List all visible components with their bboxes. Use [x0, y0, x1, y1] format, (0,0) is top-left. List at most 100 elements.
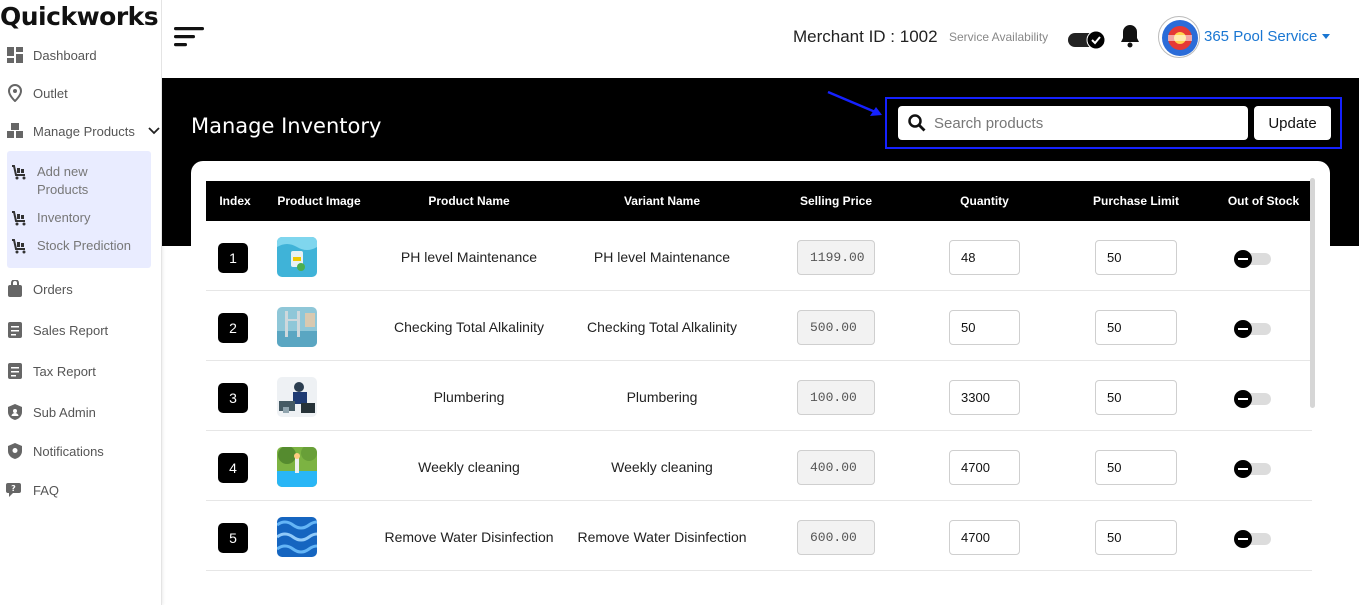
column-header-purchase-limit: Purchase Limit — [1092, 194, 1180, 208]
report-icon — [6, 362, 24, 380]
product-thumbnail[interactable] — [277, 307, 317, 347]
out-of-stock-toggle[interactable] — [1231, 319, 1283, 339]
purchase-limit-input[interactable] — [1095, 240, 1177, 275]
sidebar-item-label: Orders — [33, 281, 73, 297]
sidebar-item-dashboard[interactable]: Dashboard — [6, 44, 97, 66]
column-header-selling-price: Selling Price — [799, 194, 873, 208]
sidebar-item-label: Sales Report — [33, 322, 109, 338]
submenu-item-add-new-products[interactable]: Add new Products — [11, 163, 107, 199]
quantity-input[interactable] — [949, 310, 1020, 345]
product-thumbnail[interactable] — [277, 517, 317, 557]
purchase-limit-input[interactable] — [1095, 520, 1177, 555]
product-name: Remove Water Disinfection — [384, 529, 554, 545]
product-thumbnail[interactable] — [277, 377, 317, 417]
selling-price-field — [797, 380, 875, 415]
product-thumbnail[interactable] — [277, 237, 317, 277]
question-chat-icon: ? — [6, 481, 24, 499]
shopping-bag-icon — [6, 280, 24, 298]
top-bar: Merchant ID : 1002 Service Availability … — [162, 0, 1362, 78]
out-of-stock-toggle[interactable] — [1231, 459, 1283, 479]
app-root: Quickworks Dashboard Outlet Manage Produ… — [0, 0, 1362, 605]
sidebar-item-outlet[interactable]: Outlet — [6, 82, 68, 104]
sidebar: Quickworks Dashboard Outlet Manage Produ… — [0, 0, 162, 605]
quantity-input[interactable] — [949, 240, 1020, 275]
user-menu[interactable]: 365 Pool Service — [1204, 28, 1331, 45]
search-icon — [908, 114, 926, 132]
out-of-stock-toggle[interactable] — [1231, 389, 1283, 409]
variant-name: PH level Maintenance — [593, 249, 731, 265]
quantity-input[interactable] — [949, 450, 1020, 485]
purchase-limit-input[interactable] — [1095, 310, 1177, 345]
table-scrollbar[interactable] — [1310, 178, 1315, 408]
table-row: 2 Checking Total Alkalinity Checking Tot… — [206, 291, 1312, 361]
sidebar-item-label: Sub Admin — [33, 404, 96, 420]
shield-bell-icon — [6, 442, 24, 460]
out-of-stock-toggle[interactable] — [1231, 249, 1283, 269]
sidebar-item-faq[interactable]: ? FAQ — [6, 479, 59, 501]
sidebar-item-label: Tax Report — [33, 363, 96, 379]
row-index: 4 — [218, 453, 248, 483]
report-icon — [6, 321, 24, 339]
cart-icon — [11, 210, 28, 227]
purchase-limit-input[interactable] — [1095, 380, 1177, 415]
row-index: 2 — [218, 313, 248, 343]
update-button[interactable]: Update — [1254, 106, 1331, 140]
submenu-item-inventory[interactable]: Inventory — [11, 209, 90, 227]
service-availability-label: Service Availability — [949, 30, 1049, 44]
out-of-stock-toggle[interactable] — [1231, 529, 1283, 549]
sidebar-item-label: Dashboard — [33, 47, 97, 63]
manage-products-submenu: Add new Products Inventory Stock Predict… — [7, 151, 151, 268]
page-title: Manage Inventory — [191, 114, 382, 138]
search-input[interactable] — [934, 114, 1234, 132]
selling-price-field — [797, 450, 875, 485]
app-logo[interactable]: Quickworks — [0, 2, 159, 31]
merchant-id: Merchant ID : 1002 — [793, 27, 938, 46]
sidebar-item-sales-report[interactable]: Sales Report — [6, 319, 108, 341]
selling-price-field — [797, 310, 875, 345]
menu-toggle-icon[interactable] — [174, 24, 206, 50]
sidebar-item-label: Outlet — [33, 85, 68, 101]
selling-price-field — [797, 520, 875, 555]
bell-icon[interactable] — [1118, 23, 1142, 49]
caret-down-icon — [1322, 34, 1331, 39]
sidebar-item-manage-products[interactable]: Manage Products — [6, 120, 160, 142]
row-index: 5 — [218, 523, 248, 553]
table-row: 3 Plumbering Plumbering — [206, 361, 1312, 431]
annotation-arrow-icon — [824, 90, 890, 122]
submenu-item-stock-prediction[interactable]: Stock Prediction — [11, 237, 131, 255]
dashboard-icon — [6, 46, 24, 64]
inventory-card: Index Product Image Product Name Variant… — [191, 161, 1330, 605]
variant-name: Remove Water Disinfection — [577, 529, 747, 545]
column-header-product-image: Product Image — [277, 194, 361, 208]
product-thumbnail[interactable] — [277, 447, 317, 487]
product-name: PH level Maintenance — [400, 249, 538, 265]
column-header-variant-name: Variant Name — [623, 194, 701, 208]
sidebar-item-label: FAQ — [33, 482, 60, 498]
purchase-limit-input[interactable] — [1095, 450, 1177, 485]
quantity-input[interactable] — [949, 520, 1020, 555]
column-header-quantity: Quantity — [960, 194, 1009, 208]
search-field[interactable] — [898, 106, 1248, 140]
chevron-down-icon[interactable] — [148, 125, 160, 137]
cart-icon — [11, 164, 28, 181]
submenu-item-label: Inventory — [37, 210, 91, 225]
sidebar-item-label: Manage Products — [33, 123, 135, 139]
location-pin-icon — [6, 84, 24, 102]
service-availability-toggle[interactable] — [1068, 30, 1106, 50]
column-header-out-of-stock: Out of Stock — [1227, 194, 1300, 208]
product-name: Plumbering — [433, 389, 505, 405]
quantity-input[interactable] — [949, 380, 1020, 415]
variant-name: Weekly cleaning — [611, 459, 713, 475]
sidebar-item-orders[interactable]: Orders — [6, 278, 73, 300]
svg-text:?: ? — [11, 484, 16, 493]
sidebar-item-notifications[interactable]: Notifications — [6, 440, 104, 462]
sidebar-item-tax-report[interactable]: Tax Report — [6, 360, 96, 382]
sidebar-item-sub-admin[interactable]: Sub Admin — [6, 401, 96, 423]
cart-icon — [11, 238, 28, 255]
row-index: 1 — [218, 243, 248, 273]
avatar[interactable] — [1158, 16, 1200, 58]
sidebar-item-label: Notifications — [33, 443, 104, 459]
variant-name: Checking Total Alkalinity — [587, 319, 737, 335]
column-header-index: Index — [219, 194, 251, 208]
table-row: 1 PH level Maintenance PH level Maintena… — [206, 221, 1312, 291]
